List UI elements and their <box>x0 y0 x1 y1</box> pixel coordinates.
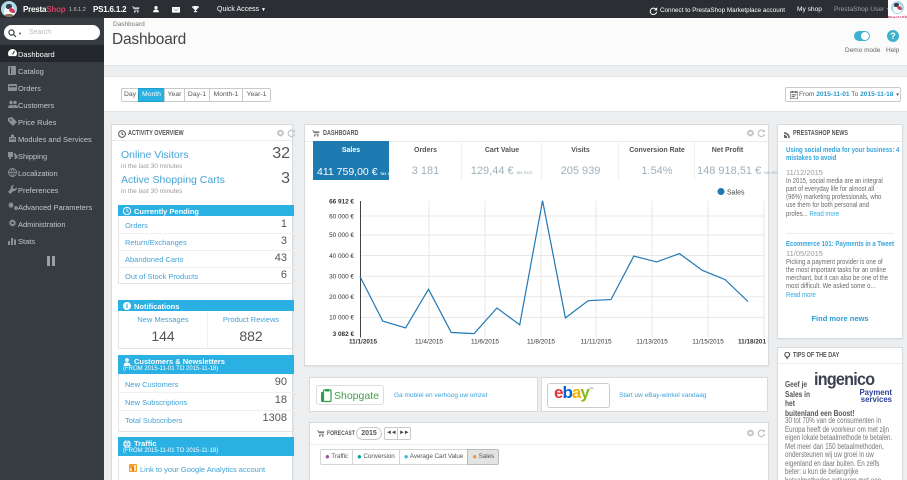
svg-text:11/4/2015: 11/4/2015 <box>415 339 443 346</box>
svg-text:11/8/2015: 11/8/2015 <box>527 339 555 346</box>
svg-text:11/15/2015: 11/15/2015 <box>692 339 724 346</box>
svg-text:20 000 €: 20 000 € <box>329 294 354 301</box>
svg-text:11/13/2015: 11/13/2015 <box>636 339 668 346</box>
svg-text:Sales: Sales <box>727 190 745 197</box>
svg-text:10 000 €: 10 000 € <box>329 315 354 322</box>
svg-text:3 082 €: 3 082 € <box>333 331 355 338</box>
svg-text:11/18/201: 11/18/201 <box>738 339 767 346</box>
svg-text:50 000 €: 50 000 € <box>329 232 354 239</box>
svg-text:11/6/2015: 11/6/2015 <box>471 339 499 346</box>
svg-text:11/11/2015: 11/11/2015 <box>580 339 611 346</box>
svg-text:40 000 €: 40 000 € <box>329 253 354 260</box>
svg-text:66 912 €: 66 912 € <box>329 199 354 206</box>
svg-text:11/1/2015: 11/1/2015 <box>349 339 378 346</box>
svg-text:30 000 €: 30 000 € <box>329 274 354 281</box>
svg-text:60 000 €: 60 000 € <box>329 213 354 220</box>
